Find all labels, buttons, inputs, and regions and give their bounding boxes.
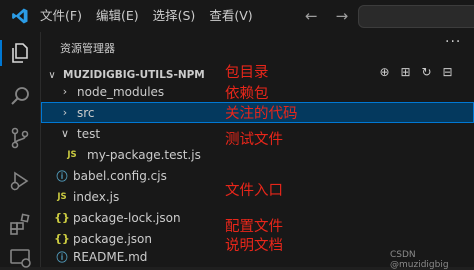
new-file-icon[interactable]: ⊕ [377,65,392,79]
annotation-test-files: 测试文件 [225,132,283,148]
readme-file-icon: ⓘ [56,250,68,264]
vscode-logo-icon [0,0,40,32]
tree-item-label: package.json [73,231,153,246]
forward-arrow-icon[interactable]: → [336,7,349,25]
js-file-icon: JS [57,191,67,202]
tree-item-label: package-lock.json [73,210,181,225]
annotation-entry-file: 文件入口 [225,183,283,199]
back-arrow-icon[interactable]: ← [305,7,318,25]
more-actions-icon[interactable]: ··· [445,34,461,50]
tree-item-label: index.js [73,189,120,204]
tree-item-label: node_modules [77,84,165,99]
remote-explorer-icon[interactable] [8,246,32,270]
annotation-dependencies: 依赖包 [225,86,269,102]
menu-selection[interactable]: 选择(S) [146,0,203,32]
json-file-icon: {} [54,232,70,245]
tree-item-label: README.md [73,249,148,264]
annotation-config-files: 配置文件 [225,219,283,235]
tree-item-label: src [77,105,95,120]
watermark: CSDN @muzidigbig [390,250,449,270]
new-folder-icon[interactable]: ⊞ [398,65,413,79]
menu-edit[interactable]: 编辑(E) [89,0,146,32]
chevron-right-icon: › [62,106,68,119]
explorer-icon[interactable] [8,41,32,65]
tree-item-label: my-package.test.js [87,147,201,162]
refresh-icon[interactable]: ↻ [419,65,434,79]
title-bar: 文件(F) 编辑(E) 选择(S) 查看(V) ← → [0,0,474,32]
run-debug-icon[interactable] [8,169,32,193]
menu-view[interactable]: 查看(V) [202,0,259,32]
annotation-readme-doc: 说明文档 [225,238,283,254]
chevron-down-icon: ∨ [60,127,70,140]
json-file-icon: {} [54,211,70,224]
tree-item-label: babel.config.cjs [73,168,167,183]
annotation-package-dir: 包目录 [225,65,269,81]
collapse-all-icon[interactable]: ⊟ [440,65,455,79]
activity-bar [0,32,41,270]
js-file-icon: JS [67,149,77,160]
project-name: MUZIDIGBIG-UTILS-NPM [63,69,205,81]
active-indicator [0,40,2,66]
annotation-focus-code: 关注的代码 [225,106,298,122]
chevron-down-icon: ∨ [48,69,56,81]
chevron-right-icon: › [62,85,68,98]
extensions-icon[interactable] [8,212,32,236]
explorer-title: 资源管理器 [60,42,115,55]
source-control-icon[interactable] [8,126,32,150]
tree-item-label: test [77,126,101,141]
menu-file[interactable]: 文件(F) [40,0,89,32]
command-center-search[interactable] [358,5,474,28]
search-icon[interactable] [8,84,32,108]
config-file-icon: ⓘ [56,169,68,183]
